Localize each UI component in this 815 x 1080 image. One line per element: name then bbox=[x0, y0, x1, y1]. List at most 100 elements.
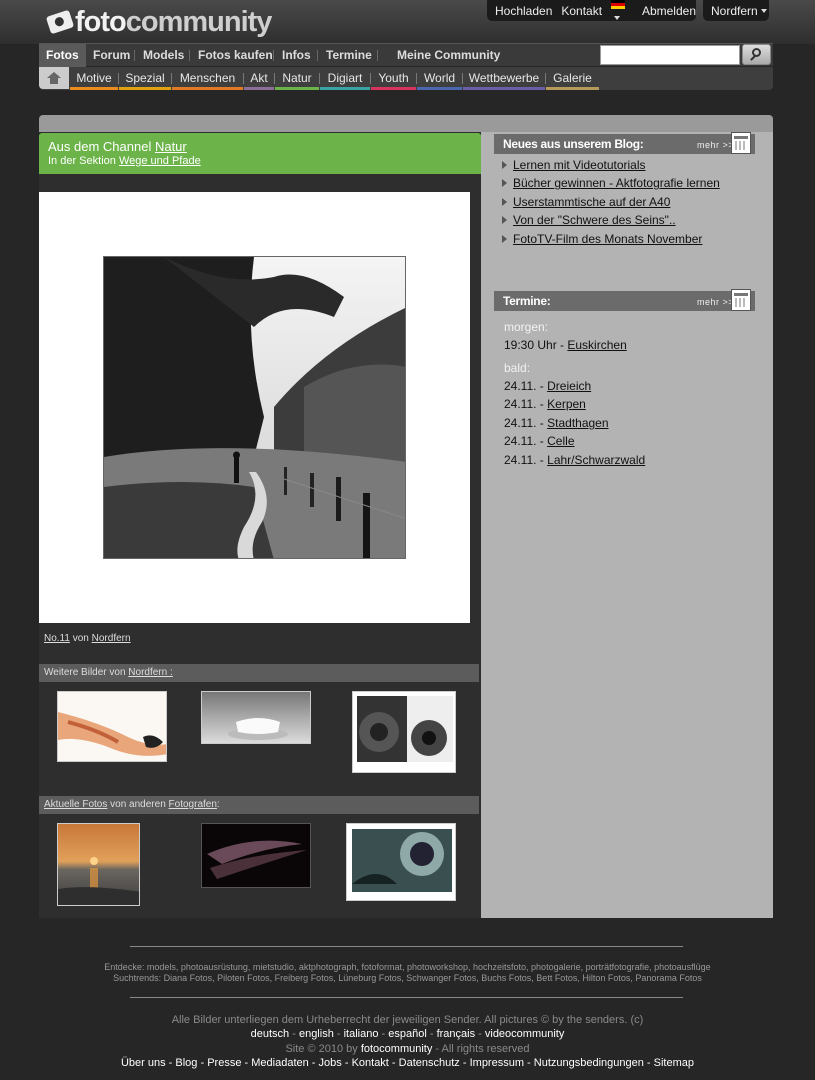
footer-link[interactable]: Blog bbox=[175, 1057, 197, 1069]
calendar-icon bbox=[731, 132, 751, 154]
thumbnail[interactable] bbox=[57, 691, 167, 762]
subnav-item-galerie[interactable]: Galerie bbox=[546, 67, 599, 90]
thumbnail[interactable] bbox=[201, 691, 311, 744]
site-logo[interactable]: fotocommunity bbox=[45, 6, 272, 38]
tab-my-community[interactable]: Meine Community bbox=[397, 44, 500, 67]
language-selector[interactable] bbox=[611, 0, 633, 25]
lang-link[interactable]: english bbox=[299, 1028, 334, 1040]
arrow-right-icon bbox=[502, 216, 507, 225]
event-row: 24.11. - Kerpen bbox=[504, 397, 586, 411]
current-photos-link[interactable]: Aktuelle Fotos bbox=[44, 799, 107, 810]
event-place-link[interactable]: Celle bbox=[547, 434, 574, 448]
event-place-link[interactable]: Lahr/Schwarzwald bbox=[547, 453, 645, 467]
footer-languages: deutsch - english - italiano - español -… bbox=[250, 1028, 565, 1040]
blog-item-link[interactable]: Von der "Schwere des Seins".. bbox=[513, 213, 676, 227]
footer-link[interactable]: Presse bbox=[207, 1057, 241, 1069]
user-menu[interactable]: Nordfern bbox=[703, 0, 769, 21]
termine-more-link[interactable]: mehr >> bbox=[697, 297, 734, 307]
photographers-link[interactable]: Fotografen bbox=[169, 799, 217, 810]
footer-link[interactable]: Nutzungsbedingungen bbox=[534, 1057, 644, 1069]
footer-discover: Entdecke: models, photoausrüstung, miets… bbox=[104, 962, 711, 972]
lang-link[interactable]: français bbox=[437, 1028, 476, 1040]
logout-link[interactable]: Abmelden bbox=[642, 4, 696, 18]
logo-text-foto: foto bbox=[75, 6, 127, 38]
thumbnail[interactable] bbox=[352, 691, 456, 773]
event-place-link[interactable]: Stadthagen bbox=[547, 416, 608, 430]
blog-item-link[interactable]: Bücher gewinnen - Aktfotografie lernen bbox=[513, 176, 720, 190]
nav-divider bbox=[377, 50, 378, 61]
tomorrow-label: morgen: bbox=[504, 320, 549, 334]
channel-link[interactable]: Natur bbox=[155, 139, 187, 154]
event-row: 24.11. - Stadthagen bbox=[504, 416, 609, 430]
tab-infos[interactable]: Infos bbox=[282, 44, 311, 67]
site-brand: fotocommunity bbox=[360, 1043, 433, 1055]
list-item: Lernen mit Videotutorials bbox=[501, 156, 720, 174]
tab-forum[interactable]: Forum bbox=[93, 44, 130, 67]
subnav-item-natur[interactable]: Natur bbox=[275, 67, 319, 90]
blog-header: Neues aus unserem Blog: mehr >> bbox=[494, 132, 755, 154]
termine-header: Termine: mehr >> bbox=[494, 289, 755, 311]
footer-links: Über uns - Blog - Presse - Mediadaten - … bbox=[120, 1057, 695, 1069]
more-photos-header: Weitere Bilder von Nordfern : bbox=[39, 664, 479, 682]
tab-models[interactable]: Models bbox=[143, 44, 184, 67]
footer-link[interactable]: Über uns bbox=[121, 1057, 166, 1069]
contact-link[interactable]: Kontakt bbox=[561, 4, 602, 18]
event-place-link[interactable]: Kerpen bbox=[547, 397, 586, 411]
photo-title-link[interactable]: No.11 bbox=[44, 633, 70, 644]
footer-link[interactable]: Mediadaten bbox=[251, 1057, 309, 1069]
tab-buy-photos[interactable]: Fotos kaufen bbox=[198, 44, 273, 67]
thumbnail[interactable] bbox=[201, 823, 311, 888]
photo-author-link[interactable]: Nordfern bbox=[92, 633, 131, 644]
subnav-item-digiart[interactable]: Digiart bbox=[320, 67, 370, 90]
subnav-item-wettbewerbe[interactable]: Wettbewerbe bbox=[463, 67, 545, 90]
more-photos-author-link[interactable]: Nordfern : bbox=[128, 667, 172, 678]
event-date: 24.11. - bbox=[504, 416, 548, 430]
tab-fotos[interactable]: Fotos bbox=[39, 44, 86, 67]
footer-link[interactable]: Kontakt bbox=[352, 1057, 389, 1069]
blog-item-link[interactable]: Lernen mit Videotutorials bbox=[513, 158, 646, 172]
blog-more-link[interactable]: mehr >> bbox=[697, 140, 734, 150]
footer-copyright-note: Alle Bilder unterliegen dem Urheberrecht… bbox=[171, 1014, 644, 1026]
upload-link[interactable]: Hochladen bbox=[495, 4, 552, 18]
channel-prefix: Aus dem Channel bbox=[48, 139, 155, 154]
footer-link[interactable]: Sitemap bbox=[654, 1057, 694, 1069]
subnav-item-spezial[interactable]: Spezial bbox=[119, 67, 171, 90]
section-link[interactable]: Wege und Pfade bbox=[119, 155, 201, 167]
blog-item-link[interactable]: FotoTV-Film des Monats November bbox=[513, 232, 702, 246]
sub-nav: Motive Spezial Menschen Akt Natur Digiar… bbox=[39, 67, 773, 90]
arrow-right-icon bbox=[502, 234, 507, 243]
blog-item-link[interactable]: Userstammtische auf der A40 bbox=[513, 195, 670, 209]
lang-link[interactable]: español bbox=[388, 1028, 427, 1040]
lang-link[interactable]: italiano bbox=[344, 1028, 379, 1040]
main-photo[interactable] bbox=[103, 256, 406, 559]
blog-title: Neues aus unserem Blog: bbox=[503, 137, 644, 151]
event-place-link[interactable]: Dreieich bbox=[547, 379, 591, 393]
user-name: Nordfern bbox=[711, 3, 758, 18]
event-row: 24.11. - Lahr/Schwarzwald bbox=[504, 453, 645, 467]
search-button[interactable] bbox=[742, 44, 771, 65]
footer-link[interactable]: Jobs bbox=[319, 1057, 342, 1069]
chevron-down-icon bbox=[760, 8, 767, 13]
subnav-item-akt[interactable]: Akt bbox=[244, 67, 274, 90]
german-flag-icon bbox=[611, 0, 626, 9]
event-place-link[interactable]: Euskirchen bbox=[567, 338, 626, 352]
footer-link[interactable]: Datenschutz bbox=[399, 1057, 460, 1069]
home-button[interactable] bbox=[39, 67, 69, 89]
footer-link[interactable]: Impressum bbox=[470, 1057, 524, 1069]
subnav-item-motive[interactable]: Motive bbox=[70, 67, 118, 90]
subnav-item-youth[interactable]: Youth bbox=[371, 67, 416, 90]
event-date: 24.11. - bbox=[504, 434, 548, 448]
blog-list: Lernen mit Videotutorials Bücher gewinne… bbox=[501, 156, 720, 248]
subnav-item-world[interactable]: World bbox=[417, 67, 462, 90]
nav-divider bbox=[317, 50, 318, 61]
thumbnail[interactable] bbox=[57, 823, 140, 906]
lang-link[interactable]: videocommunity bbox=[485, 1028, 564, 1040]
thumbnail[interactable] bbox=[346, 823, 456, 901]
event-date: 24.11. - bbox=[504, 397, 548, 411]
chevron-down-icon bbox=[614, 16, 621, 21]
lang-link[interactable]: deutsch bbox=[251, 1028, 290, 1040]
footer-divider bbox=[130, 946, 683, 947]
tab-termine[interactable]: Termine bbox=[326, 44, 372, 67]
subnav-item-menschen[interactable]: Menschen bbox=[172, 67, 243, 90]
search-input[interactable] bbox=[600, 45, 740, 65]
